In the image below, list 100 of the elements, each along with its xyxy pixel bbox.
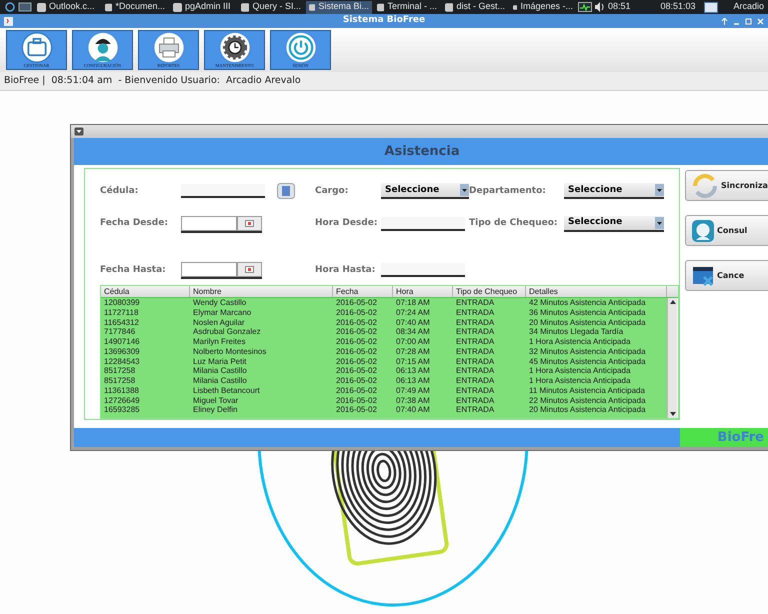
table-cell-text: 2016-05-02 bbox=[335, 327, 378, 338]
taskbar-item[interactable]: dist - Gest... bbox=[442, 0, 508, 14]
table-cell-text: ENTRADA bbox=[455, 308, 496, 318]
dropdown[interactable]: Seleccione bbox=[564, 216, 664, 232]
table-cell-text: 07:40 AM bbox=[395, 318, 431, 328]
dropdown[interactable]: Seleccione bbox=[564, 183, 664, 200]
desktop-icon[interactable] bbox=[18, 2, 32, 12]
calendar-icon bbox=[245, 266, 254, 273]
action-button[interactable]: Consul bbox=[685, 215, 768, 246]
calendar-icon bbox=[245, 220, 254, 227]
maximize-icon[interactable] bbox=[745, 18, 752, 24]
table-cell-text: ENTRADA bbox=[455, 366, 496, 376]
taskbar-item[interactable]: Sistema Bi... bbox=[306, 0, 372, 14]
java-icon bbox=[4, 16, 13, 26]
app-icon bbox=[309, 2, 316, 12]
section-title: Asistencia bbox=[384, 142, 460, 161]
column-header[interactable]: Cédula bbox=[101, 286, 190, 298]
text-field[interactable] bbox=[181, 184, 265, 198]
document-icon[interactable] bbox=[277, 183, 295, 200]
column-header[interactable]: Tipo de Chequeo bbox=[453, 286, 526, 298]
table-cell-text: 07:40 AM bbox=[395, 405, 431, 416]
field-label: Fecha Hasta: bbox=[100, 264, 166, 277]
table-cell-text: 8517258 bbox=[103, 366, 136, 376]
sync-icon bbox=[691, 172, 719, 200]
column-header[interactable]: Hora bbox=[393, 286, 453, 298]
table-cell-text: 11 Minutos Asistencia Anticipada bbox=[528, 386, 646, 396]
field-label: Fecha Desde: bbox=[100, 217, 168, 230]
field-label: Hora Desde: bbox=[315, 217, 378, 230]
table-cell-text: 07:15 AM bbox=[395, 356, 431, 366]
table-cell-text: 1 Hora Asistencia Anticipada bbox=[528, 337, 632, 347]
table-cell-text: Milania Castillo bbox=[192, 366, 248, 376]
column-header[interactable]: Fecha bbox=[333, 286, 393, 298]
table-cell-text: 32 Minutos Asistencia Anticipada bbox=[528, 346, 647, 357]
table-cell-text: 11654312 bbox=[103, 318, 140, 328]
table-cell-text: 2016-05-02 bbox=[335, 386, 378, 396]
table-cell-text: 08:34 AM bbox=[395, 327, 431, 338]
table-cell-text: 07:00 AM bbox=[395, 337, 431, 347]
field-label: Tipo de Chequeo: bbox=[469, 217, 558, 230]
table-cell-text: Eliney Delfin bbox=[192, 405, 238, 416]
table-cell-text: 16593285 bbox=[103, 405, 141, 416]
dropdown[interactable]: Seleccione bbox=[381, 183, 469, 200]
date-field[interactable] bbox=[181, 216, 237, 231]
app-icon bbox=[377, 2, 384, 12]
scrollbar[interactable] bbox=[667, 298, 677, 418]
action-button[interactable]: Cance bbox=[685, 260, 768, 291]
table-cell-text: 2016-05-02 bbox=[335, 337, 378, 347]
table-cell-text: 11361388 bbox=[103, 386, 140, 396]
column-header[interactable]: Nombre bbox=[190, 286, 333, 298]
app-icon bbox=[445, 2, 454, 12]
table-cell-text: ENTRADA bbox=[455, 337, 496, 347]
table-cell-text: 2016-05-02 bbox=[335, 405, 378, 416]
table-cell-text: 42 Minutos Asistencia Anticipada bbox=[528, 298, 647, 308]
table-cell-text: 1 Hora Asistencia Anticipada bbox=[528, 376, 632, 386]
pin-icon[interactable] bbox=[721, 18, 728, 24]
table-cell-text: 36 Minutos Asistencia Anticipada bbox=[528, 308, 647, 318]
table-cell-text: 14907146 bbox=[103, 337, 141, 347]
table-cell-text: 2016-05-02 bbox=[335, 366, 378, 376]
calendar-button[interactable] bbox=[237, 262, 262, 277]
table-cell-text: 1 Hora Asistencia Anticipada bbox=[528, 366, 632, 376]
taskbar-item[interactable]: pgAdmin III bbox=[170, 0, 236, 14]
field-label: Cédula: bbox=[100, 184, 138, 198]
table-cell-text: Lisbeth Betancourt bbox=[192, 386, 261, 396]
table-cell-text: Marilyn Freites bbox=[192, 337, 246, 347]
taskbar-item[interactable]: Terminal - ... bbox=[374, 0, 440, 14]
search-icon bbox=[691, 218, 715, 242]
table-cell-text: ENTRADA bbox=[455, 327, 496, 338]
taskbar-item[interactable]: Outlook.c... bbox=[34, 0, 100, 14]
taskbar-item[interactable]: Query - SI... bbox=[238, 0, 304, 14]
table-cell-text: ENTRADA bbox=[455, 376, 496, 386]
date-field[interactable] bbox=[181, 262, 237, 277]
table-cell-text: 12284543 bbox=[103, 356, 141, 366]
clock: 08:51 bbox=[608, 0, 631, 14]
caret-icon bbox=[655, 217, 664, 230]
table-cell-text: 20 Minutos Asistencia Anticipada bbox=[528, 318, 647, 328]
table-cell-text: 2016-05-02 bbox=[335, 396, 378, 406]
taskbar-item[interactable]: *Documen... bbox=[102, 0, 168, 14]
table-cell-text: 07:18 AM bbox=[395, 298, 431, 308]
caret-icon bbox=[655, 184, 664, 196]
window-menu-icon[interactable] bbox=[74, 127, 84, 136]
user-name[interactable]: Arcadio bbox=[733, 0, 764, 14]
text-field[interactable] bbox=[381, 263, 465, 278]
field-label: Departamento: bbox=[469, 184, 546, 198]
table-cell-text: 12080399 bbox=[103, 298, 141, 308]
volume-icon[interactable] bbox=[594, 2, 606, 12]
table-cell-text: 11727118 bbox=[103, 308, 140, 318]
table-cell-text: 20 Minutos Asistencia Anticipada bbox=[528, 405, 647, 416]
app-icon bbox=[513, 2, 518, 12]
clock-seconds: 08:51:03 bbox=[660, 0, 696, 14]
action-button[interactable]: Sincroniza bbox=[685, 170, 768, 201]
table-cell-text: 8517258 bbox=[103, 376, 136, 386]
window-icon[interactable] bbox=[704, 2, 718, 12]
table-cell-text: 2016-05-02 bbox=[335, 346, 378, 357]
taskbar-item[interactable]: Imágenes -... bbox=[510, 0, 576, 14]
table-cell-text: 07:24 AM bbox=[395, 308, 431, 318]
table-cell-text: ENTRADA bbox=[455, 396, 496, 406]
menu-logo-icon[interactable] bbox=[4, 2, 16, 12]
text-field[interactable] bbox=[381, 217, 465, 232]
close-icon[interactable] bbox=[757, 18, 764, 24]
calendar-button[interactable] bbox=[237, 216, 262, 231]
column-header[interactable]: Detalles bbox=[526, 286, 667, 298]
